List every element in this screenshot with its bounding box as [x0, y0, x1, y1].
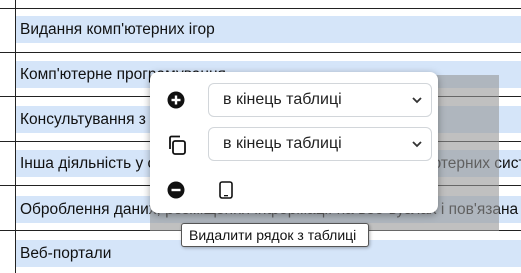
- add-position-select[interactable]: в кінець таблиці: [208, 83, 432, 117]
- copy-row-button[interactable]: [166, 134, 188, 156]
- copy-position-select[interactable]: в кінець таблиці: [208, 127, 432, 161]
- delete-row-button[interactable]: [165, 179, 187, 201]
- row-divider: [0, 52, 521, 53]
- chevron-down-icon: [412, 141, 422, 148]
- copy-icon: [169, 135, 186, 155]
- row-divider: [0, 8, 521, 9]
- add-row-button[interactable]: [165, 89, 187, 111]
- minus-circle-icon: [167, 181, 185, 199]
- table-row[interactable]: Видання комп'ютерних ігор: [16, 16, 521, 43]
- plus-circle-icon: [167, 91, 185, 109]
- copy-position-value: в кінець таблиці: [223, 135, 342, 152]
- mobile-view-button[interactable]: [215, 179, 237, 201]
- mobile-device-icon: [219, 181, 233, 199]
- chevron-down-icon: [412, 97, 422, 104]
- row-actions-popup: в кінець таблиці в кінець таблиці: [150, 72, 438, 213]
- delete-row-tooltip: Видалити рядок з таблиці: [181, 223, 369, 247]
- add-position-value: в кінець таблиці: [223, 91, 342, 108]
